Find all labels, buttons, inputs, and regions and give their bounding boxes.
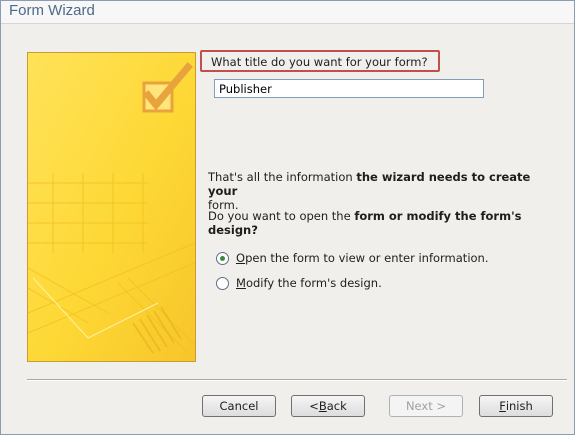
mnemonic-f: F [499, 399, 506, 413]
mnemonic-m: M [236, 276, 246, 290]
back-text: ack [326, 399, 347, 413]
back-prefix: < [309, 399, 319, 413]
window-title: Form Wizard [9, 2, 95, 19]
radio-open-label: Open the form to view or enter informati… [236, 251, 489, 265]
open-question-plain: Do you want to open the [208, 209, 355, 223]
form-wizard-window: Form Wizard What title do you want for y… [0, 0, 575, 435]
finish-button[interactable]: Finish [479, 395, 553, 417]
finish-text: inish [505, 399, 533, 413]
mnemonic-o: O [236, 251, 246, 265]
info-message: That's all the information the wizard ne… [208, 170, 553, 212]
wizard-illustration [27, 52, 196, 362]
form-title-question: What title do you want for your form? [200, 50, 440, 72]
radio-open-text: pen the form to view or enter informatio… [245, 251, 489, 265]
back-button[interactable]: < Back [291, 395, 365, 417]
radio-open-form[interactable]: Open the form to view or enter informati… [216, 250, 489, 266]
wizard-art-graphic [28, 53, 195, 361]
form-title-input[interactable] [214, 79, 484, 98]
mnemonic-b: B [318, 399, 327, 413]
divider [27, 379, 567, 381]
info-text-plain: That's all the information [208, 170, 357, 184]
next-text: Next > [405, 399, 447, 413]
cancel-button[interactable]: Cancel [202, 395, 276, 417]
radio-modify-label: Modify the form's design. [236, 276, 382, 290]
radio-button-checked[interactable] [216, 251, 229, 265]
radio-modify-text: odify the form's design. [245, 276, 382, 290]
title-bar: Form Wizard [1, 1, 574, 24]
radio-button-unchecked[interactable] [216, 276, 229, 290]
next-button[interactable]: Next > [389, 395, 463, 417]
radio-modify-design[interactable]: Modify the form's design. [216, 275, 382, 291]
open-question: Do you want to open the form or modify t… [208, 209, 553, 237]
